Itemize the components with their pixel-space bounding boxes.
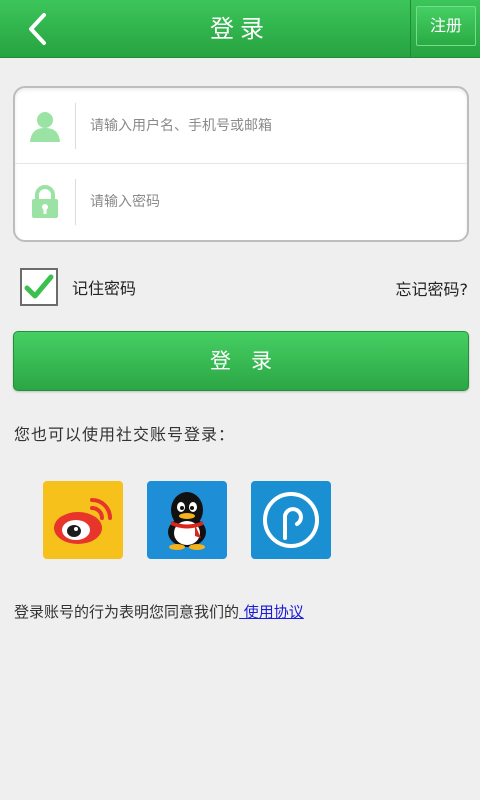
input-divider [75, 102, 76, 149]
social-p-icon [263, 492, 319, 548]
weibo-login-button[interactable] [43, 481, 123, 559]
qq-icon [168, 492, 206, 550]
header-divider [410, 0, 411, 58]
register-button[interactable]: 注册 [416, 6, 476, 46]
username-input[interactable] [90, 117, 467, 134]
agreement-notice: 登录账号的行为表明您同意我们的 使用协议 [14, 601, 304, 622]
page-title: 登录 [210, 15, 270, 43]
forgot-password-link[interactable]: 忘记密码? [396, 276, 469, 300]
third-party-login-button[interactable] [251, 481, 331, 559]
input-divider [75, 179, 76, 225]
login-screen: 登录 注册 请输入用户名、手机号或邮箱 记住密码 忘记密码? 登录 您也可以使用… [0, 0, 480, 800]
qq-login-button[interactable] [147, 481, 227, 559]
password-row [15, 164, 467, 240]
remember-password-toggle[interactable]: 记住密码 [20, 268, 136, 306]
remember-checkbox[interactable] [20, 268, 58, 306]
social-login-label: 您也可以使用社交账号登录： [14, 425, 236, 444]
remember-label: 记住密码 [72, 279, 137, 298]
agreement-text: 登录账号的行为表明您同意我们的 [14, 603, 240, 621]
terms-of-use-link[interactable]: 使用协议 [239, 603, 304, 621]
login-button[interactable]: 登录 [13, 331, 469, 391]
checkmark-icon [24, 274, 54, 299]
user-icon [15, 88, 75, 163]
password-input[interactable] [90, 194, 467, 210]
weibo-icon [54, 498, 112, 544]
username-row [15, 88, 467, 164]
lock-icon [15, 164, 75, 240]
header-bar: 登录 注册 [0, 0, 480, 58]
login-form-card [13, 86, 469, 242]
